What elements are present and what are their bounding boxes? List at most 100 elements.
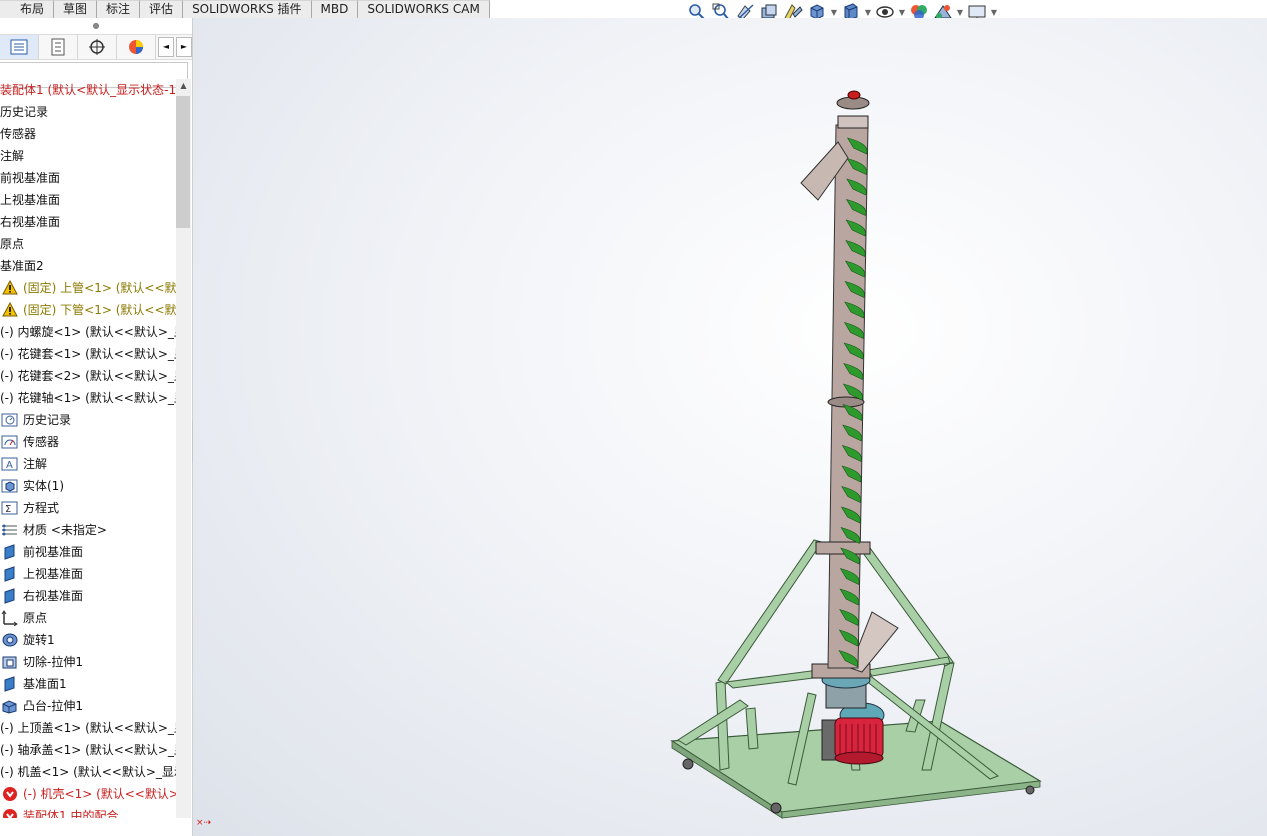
tree-item[interactable]: 实体(1) xyxy=(0,475,176,497)
error-icon xyxy=(1,785,19,803)
tree-item[interactable]: (-) 轴承盖<1> (默认<<默认>_显 xyxy=(0,739,176,761)
history-icon xyxy=(1,411,19,429)
tree-item[interactable]: (-) 花键套<2> (默认<<默认>_显 xyxy=(0,365,176,387)
graphics-area[interactable] xyxy=(193,18,1267,836)
chevron-down-icon[interactable]: ▼ xyxy=(990,8,998,17)
chevron-down-icon[interactable]: ▼ xyxy=(956,8,964,17)
configurationmanager-tab[interactable] xyxy=(78,35,117,59)
chevron-down-icon[interactable]: ▼ xyxy=(864,8,872,17)
tree-item-label: (-) 机壳<1> (默认<<默认>_ xyxy=(23,787,176,801)
tree-item-label: (固定) 下管<1> (默认<<默认 xyxy=(23,303,176,317)
tab-0[interactable]: 布局 xyxy=(0,0,55,18)
tree-item-label: 切除-拉伸1 xyxy=(23,655,83,669)
annotation-icon: A xyxy=(1,455,19,473)
tree-item[interactable]: 旋转1 xyxy=(0,629,176,651)
tab-3[interactable]: 评估 xyxy=(140,0,184,18)
featuremanager-tab[interactable] xyxy=(0,35,39,59)
tree-item-label: 前视基准面 xyxy=(23,545,84,559)
tree-item-label: (-) 机盖<1> (默认<<默认>_显示 xyxy=(0,765,176,779)
tree-item[interactable]: (-) 机壳<1> (默认<<默认>_ xyxy=(0,783,176,805)
tabs-scroll-right[interactable]: ► xyxy=(176,37,192,57)
material-icon xyxy=(1,521,19,539)
tree-item-label: (固定) 上管<1> (默认<<默认 xyxy=(23,281,176,295)
tree-item[interactable]: 材质 <未指定> xyxy=(0,519,176,541)
feature-tree-icon xyxy=(10,39,28,55)
motor xyxy=(821,702,885,765)
tree-item-label: 方程式 xyxy=(23,501,60,515)
boss-extrude-icon xyxy=(1,697,19,715)
tree-item[interactable]: (-) 机盖<1> (默认<<默认>_显示 xyxy=(0,761,176,783)
tree-item-label: 基准面1 xyxy=(23,677,67,691)
tree-item[interactable]: (固定) 下管<1> (默认<<默认 xyxy=(0,299,176,321)
chevron-down-icon[interactable]: ▼ xyxy=(830,8,838,17)
tree-item-label: 右视基准面 xyxy=(23,589,84,603)
feature-tree: 装配体1 (默认<默认_显示状态-1 历史记录 传感器 注解 前视基准面 上视基准面 右视基… xyxy=(0,79,176,818)
tree-item-label: (-) 上顶盖<1> (默认<<默认>_显 xyxy=(0,721,176,735)
crosshair-icon xyxy=(89,39,105,55)
tree-item-label: 凸台-拉伸1 xyxy=(23,699,83,713)
axis-triad: ×⇢ xyxy=(196,818,212,828)
tab-5[interactable]: MBD xyxy=(311,0,359,18)
plane-icon xyxy=(1,587,19,605)
tree-item-label: 原点 xyxy=(0,237,25,251)
tree-item[interactable]: (-) 花键套<1> (默认<<默认>_显 xyxy=(0,343,176,365)
plane-icon xyxy=(1,565,19,583)
tree-item[interactable]: 右视基准面 xyxy=(0,585,176,607)
tree-item[interactable]: 传感器 xyxy=(0,431,176,453)
displaymanager-tab[interactable] xyxy=(117,35,156,59)
tree-scrollbar-thumb[interactable] xyxy=(176,96,190,228)
tree-item[interactable]: (-) 上顶盖<1> (默认<<默认>_显 xyxy=(0,717,176,739)
tree-item[interactable]: 凸台-拉伸1 xyxy=(0,695,176,717)
scroll-up-arrow[interactable]: ▲ xyxy=(177,81,190,93)
tree-item[interactable]: 右视基准面 xyxy=(0,211,176,233)
tab-6[interactable]: SOLIDWORKS CAM xyxy=(358,0,490,18)
appearance-icon xyxy=(129,40,143,54)
tree-item-label: 历史记录 xyxy=(23,413,72,427)
tree-item[interactable]: 传感器 xyxy=(0,123,176,145)
panel-grip[interactable]: ● xyxy=(0,18,192,34)
tree-item[interactable]: (-) 内螺旋<1> (默认<<默认>_显 xyxy=(0,321,176,343)
sensor-icon xyxy=(1,433,19,451)
tree-item-label: 传感器 xyxy=(0,127,37,141)
tree-item[interactable]: 原点 xyxy=(0,607,176,629)
tree-item[interactable]: (-) 花键轴<1> (默认<<默认>_显 xyxy=(0,387,176,409)
property-icon xyxy=(51,38,65,56)
tree-item-label: 上视基准面 xyxy=(23,567,84,581)
tree-item[interactable]: 基准面2 xyxy=(0,255,176,277)
tab-1[interactable]: 草图 xyxy=(54,0,98,18)
tree-item[interactable]: 装配体1 (默认<默认_显示状态-1 xyxy=(0,79,176,101)
solid-body-icon xyxy=(1,477,19,495)
tree-item[interactable]: 原点 xyxy=(0,233,176,255)
cut-extrude-icon xyxy=(1,653,19,671)
tree-item[interactable]: 上视基准面 xyxy=(0,189,176,211)
tree-item[interactable]: A 注解 xyxy=(0,453,176,475)
tree-item[interactable]: 基准面1 xyxy=(0,673,176,695)
tree-item[interactable]: 历史记录 xyxy=(0,101,176,123)
tree-item[interactable]: 装配体1 中的配合 xyxy=(0,805,176,818)
plane-icon xyxy=(1,675,19,693)
tree-item[interactable]: 前视基准面 xyxy=(0,541,176,563)
propertymanager-tab[interactable] xyxy=(39,35,78,59)
tree-item-label: 实体(1) xyxy=(23,479,64,493)
tree-item-label: 原点 xyxy=(23,611,48,625)
tabs-scroll-left[interactable]: ◄ xyxy=(158,37,174,57)
tree-item-label: 装配体1 中的配合 xyxy=(23,809,119,818)
tree-item[interactable]: Σ 方程式 xyxy=(0,497,176,519)
tree-item[interactable]: 前视基准面 xyxy=(0,167,176,189)
tree-item[interactable]: 上视基准面 xyxy=(0,563,176,585)
command-manager-tabs: 布局 草图 标注 评估 SOLIDWORKS 插件 MBD SOLIDWORKS CAM xyxy=(0,0,490,19)
tree-item[interactable]: 切除-拉伸1 xyxy=(0,651,176,673)
chevron-down-icon[interactable]: ▼ xyxy=(898,8,906,17)
tree-item[interactable]: 历史记录 xyxy=(0,409,176,431)
tab-2[interactable]: 标注 xyxy=(97,0,141,18)
tree-item-label: (-) 花键套<2> (默认<<默认>_显 xyxy=(0,369,176,383)
tree-item-label: 装配体1 (默认<默认_显示状态-1 xyxy=(0,83,176,97)
tree-item-label: 材质 <未指定> xyxy=(23,523,107,537)
tree-item[interactable]: 注解 xyxy=(0,145,176,167)
tree-item-label: 传感器 xyxy=(23,435,60,449)
tree-item[interactable]: (固定) 上管<1> (默认<<默认 xyxy=(0,277,176,299)
tab-4[interactable]: SOLIDWORKS 插件 xyxy=(183,0,312,18)
screw-conveyor-model xyxy=(670,90,1042,819)
tree-item-label: (-) 花键套<1> (默认<<默认>_显 xyxy=(0,347,176,361)
tree-item-label: 上视基准面 xyxy=(0,193,61,207)
